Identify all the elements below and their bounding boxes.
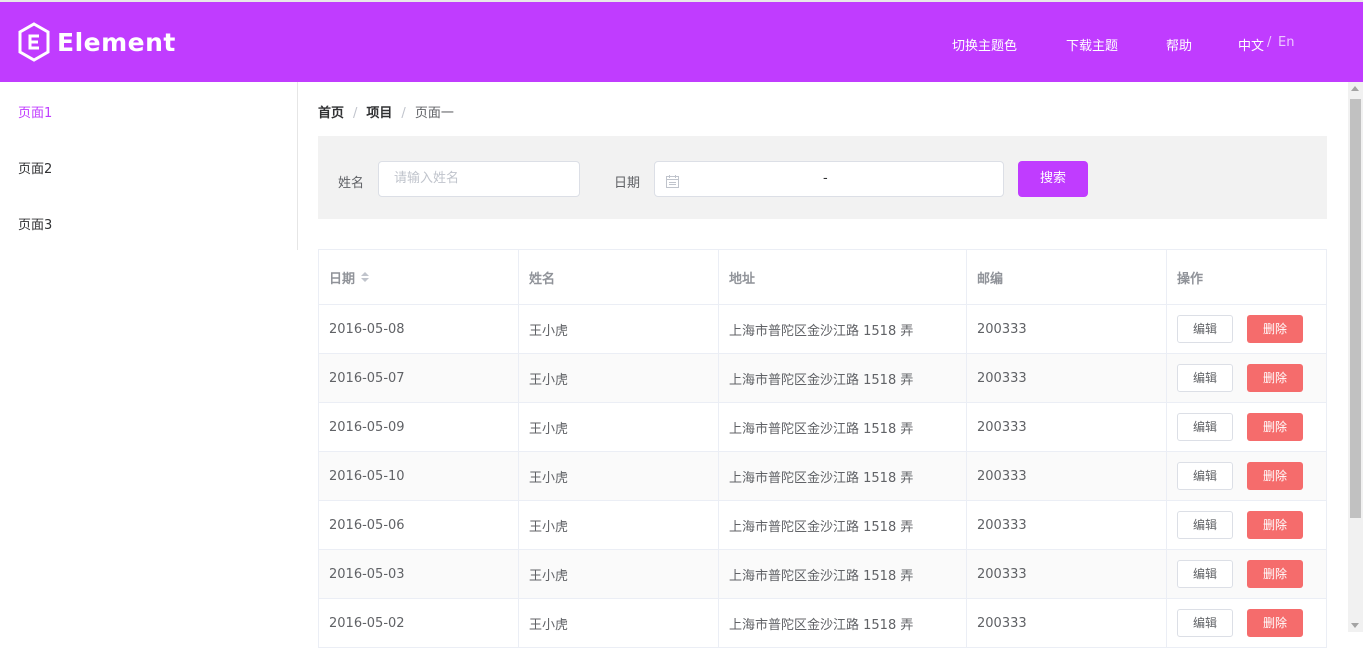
cell-zip: 200333 [967, 305, 1167, 353]
cell-date: 2016-05-09 [319, 403, 519, 451]
edit-button[interactable]: 编辑 [1177, 364, 1233, 392]
cell-zip: 200333 [967, 501, 1167, 549]
nav-switch-theme[interactable]: 切换主题色 [952, 35, 1017, 54]
column-header-zip: 邮编 [967, 250, 1167, 304]
breadcrumb: 首页 / 项目 / 页面一 [318, 102, 454, 121]
cell-name: 王小虎 [519, 550, 719, 598]
cell-address: 上海市普陀区金沙江路 1518 弄 [719, 599, 967, 647]
date-range-separator: - [823, 171, 828, 186]
cell-address: 上海市普陀区金沙江路 1518 弄 [719, 403, 967, 451]
vertical-scrollbar[interactable] [1348, 82, 1363, 632]
name-input[interactable]: 请输入姓名 [378, 161, 580, 197]
column-header-actions: 操作 [1177, 271, 1204, 287]
cell-zip: 200333 [967, 550, 1167, 598]
sidebar-item-page1[interactable]: 页面1 [18, 102, 52, 121]
filter-panel: 姓名 请输入姓名 日期 - 搜索 [318, 136, 1327, 219]
edit-button[interactable]: 编辑 [1177, 511, 1233, 539]
cell-actions: 编辑 删除 [1167, 403, 1327, 451]
sidebar-item-page2[interactable]: 页面2 [18, 158, 52, 177]
scroll-down-arrow-icon[interactable] [1351, 623, 1359, 628]
cell-actions: 编辑 删除 [1167, 501, 1327, 549]
search-button[interactable]: 搜索 [1018, 161, 1088, 197]
cell-actions: 编辑 删除 [1167, 599, 1327, 647]
cell-date: 2016-05-10 [319, 452, 519, 500]
breadcrumb-project[interactable]: 项目 [366, 106, 392, 121]
lang-separator: / [1267, 35, 1272, 50]
cell-date: 2016-05-02 [319, 599, 519, 647]
table-row: 2016-05-10 王小虎 上海市普陀区金沙江路 1518 弄 200333 编辑 删除 [319, 452, 1326, 501]
cell-zip: 200333 [967, 354, 1167, 402]
lang-cn[interactable]: 中文 [1238, 35, 1264, 54]
cell-zip: 200333 [967, 599, 1167, 647]
sidebar: 页面1 页面2 页面3 [0, 82, 298, 250]
cell-name: 王小虎 [519, 452, 719, 500]
edit-button[interactable]: 编辑 [1177, 462, 1233, 490]
breadcrumb-separator: / [401, 106, 406, 121]
date-label: 日期 [614, 176, 641, 191]
delete-button[interactable]: 删除 [1247, 560, 1303, 588]
cell-actions: 编辑 删除 [1167, 550, 1327, 598]
sidebar-item-page3[interactable]: 页面3 [18, 214, 52, 233]
top-nav: 切换主题色 下载主题 帮助 中文 / En [0, 35, 1363, 55]
delete-button[interactable]: 删除 [1247, 511, 1303, 539]
table-row: 2016-05-02 王小虎 上海市普陀区金沙江路 1518 弄 200333 编辑 删除 [319, 599, 1326, 648]
cell-address: 上海市普陀区金沙江路 1518 弄 [719, 501, 967, 549]
cell-date: 2016-05-08 [319, 305, 519, 353]
cell-name: 王小虎 [519, 354, 719, 402]
data-table: 日期 姓名 地址 邮编 操作 2016-05-08 王小虎 上海市普陀区金沙江路 1… [318, 249, 1327, 648]
table-body: 2016-05-08 王小虎 上海市普陀区金沙江路 1518 弄 200333 编辑 删除… [319, 305, 1326, 648]
cell-name: 王小虎 [519, 501, 719, 549]
cell-name: 王小虎 [519, 403, 719, 451]
top-header: Element 切换主题色 下载主题 帮助 中文 / En [0, 0, 1363, 82]
cell-date: 2016-05-06 [319, 501, 519, 549]
cell-date: 2016-05-07 [319, 354, 519, 402]
cell-zip: 200333 [967, 403, 1167, 451]
edit-button[interactable]: 编辑 [1177, 560, 1233, 588]
calendar-icon [666, 173, 679, 192]
sort-icon[interactable] [361, 272, 370, 282]
cell-address: 上海市普陀区金沙江路 1518 弄 [719, 354, 967, 402]
edit-button[interactable]: 编辑 [1177, 413, 1233, 441]
edit-button[interactable]: 编辑 [1177, 315, 1233, 343]
table-row: 2016-05-07 王小虎 上海市普陀区金沙江路 1518 弄 200333 编辑 删除 [319, 354, 1326, 403]
table-row: 2016-05-06 王小虎 上海市普陀区金沙江路 1518 弄 200333 编辑 删除 [319, 501, 1326, 550]
breadcrumb-current: 页面一 [414, 106, 454, 121]
cell-address: 上海市普陀区金沙江路 1518 弄 [719, 305, 967, 353]
cell-address: 上海市普陀区金沙江路 1518 弄 [719, 550, 967, 598]
edit-button[interactable]: 编辑 [1177, 609, 1233, 637]
cell-address: 上海市普陀区金沙江路 1518 弄 [719, 452, 967, 500]
cell-name: 王小虎 [519, 599, 719, 647]
cell-actions: 编辑 删除 [1167, 452, 1327, 500]
cell-date: 2016-05-03 [319, 550, 519, 598]
breadcrumb-separator: / [353, 106, 358, 121]
scrollbar-thumb[interactable] [1350, 99, 1361, 518]
breadcrumb-home[interactable]: 首页 [318, 106, 344, 121]
cell-name: 王小虎 [519, 305, 719, 353]
nav-download-theme[interactable]: 下载主题 [1066, 35, 1118, 54]
date-range-picker[interactable]: - [654, 161, 1004, 197]
cell-actions: 编辑 删除 [1167, 305, 1327, 353]
delete-button[interactable]: 删除 [1247, 315, 1303, 343]
table-row: 2016-05-03 王小虎 上海市普陀区金沙江路 1518 弄 200333 编辑 删除 [319, 550, 1326, 599]
delete-button[interactable]: 删除 [1247, 364, 1303, 392]
cell-actions: 编辑 删除 [1167, 354, 1327, 402]
lang-en[interactable]: En [1278, 35, 1294, 50]
nav-help[interactable]: 帮助 [1166, 35, 1192, 54]
delete-button[interactable]: 删除 [1247, 413, 1303, 441]
delete-button[interactable]: 删除 [1247, 462, 1303, 490]
column-header-name: 姓名 [519, 250, 719, 304]
cell-zip: 200333 [967, 452, 1167, 500]
column-header-address: 地址 [719, 250, 967, 304]
column-header-date-label: 日期 [329, 271, 356, 287]
table-row: 2016-05-09 王小虎 上海市普陀区金沙江路 1518 弄 200333 编辑 删除 [319, 403, 1326, 452]
table-row: 2016-05-08 王小虎 上海市普陀区金沙江路 1518 弄 200333 编辑 删除 [319, 305, 1326, 354]
delete-button[interactable]: 删除 [1247, 609, 1303, 637]
column-header-date[interactable]: 日期 [319, 250, 519, 304]
table-header-row: 日期 姓名 地址 邮编 操作 [319, 250, 1326, 305]
scroll-up-arrow-icon[interactable] [1351, 86, 1359, 91]
name-label: 姓名 [338, 176, 365, 191]
